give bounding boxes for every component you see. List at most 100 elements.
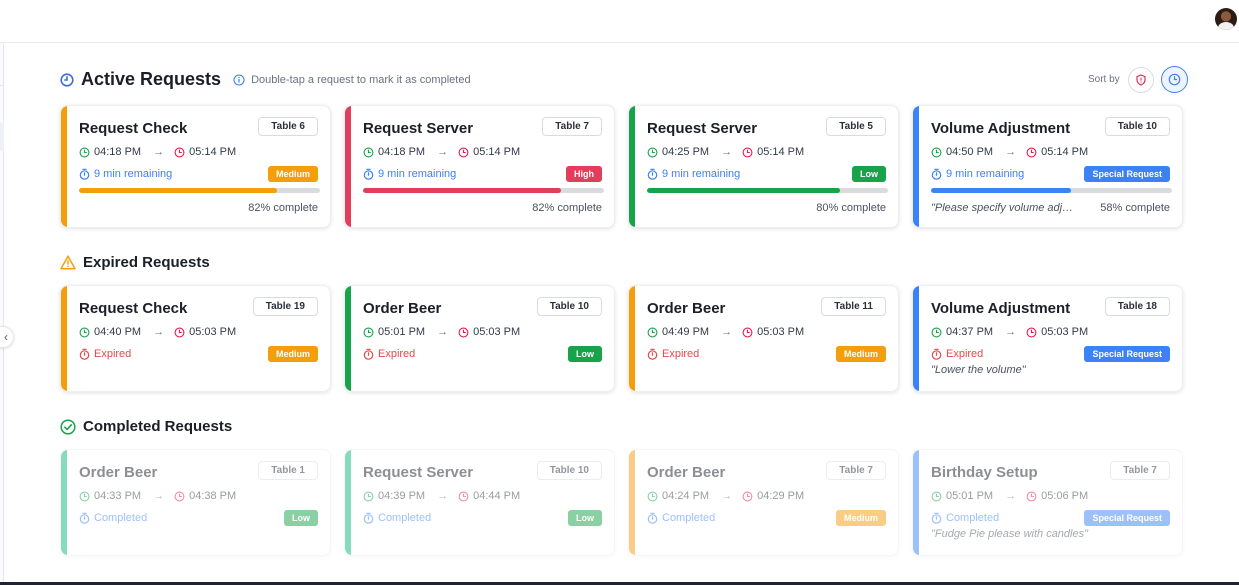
time-range: 05:01 PM → 05:06 PM [931,490,1088,502]
time-range: 04:40 PM → 05:03 PM [79,326,236,338]
request-card[interactable]: Order Beer Table 11 04:49 PM → 05:03 PM Expir… [628,285,899,392]
request-card[interactable]: Order Beer Table 7 04:24 PM → 04:29 PM Comple… [628,449,899,556]
sidebar-item-active[interactable] [0,123,4,151]
check-circle-icon [60,418,76,435]
end-time: 05:06 PM [1041,490,1089,502]
progress-percent: 82% complete [248,202,318,214]
request-card[interactable]: Order Beer Table 10 05:01 PM → 05:03 PM Expir… [344,285,615,392]
arrow-right-icon: → [721,146,733,158]
request-status: Completed [363,512,431,524]
status-text: 9 min remaining [662,168,741,180]
status-text: Expired [662,348,700,360]
progress-percent: 58% complete [1100,202,1170,214]
progress-fill [363,188,561,193]
time-range: 04:33 PM → 04:38 PM [79,490,236,502]
end-clock-icon [458,491,469,502]
left-sidebar [0,43,4,585]
status-text: 9 min remaining [946,168,1025,180]
status-text: 9 min remaining [94,168,173,180]
arrow-right-icon: → [721,326,733,338]
request-title: Order Beer [647,464,726,481]
priority-badge: Medium [267,346,318,362]
request-card[interactable]: Volume Adjustment Table 18 04:37 PM → 05:03 … [912,285,1183,392]
status-text: Expired [378,348,416,360]
end-clock-icon [174,491,185,502]
start-time: 04:24 PM [662,490,710,502]
request-card[interactable]: Birthday Setup Table 7 05:01 PM → 05:06 PM Co… [912,449,1183,556]
priority-badge: Medium [835,346,886,362]
arrow-right-icon: → [437,490,449,502]
end-clock-icon [174,147,185,158]
request-card[interactable]: Request Server Table 7 04:18 PM → 05:14 PM 9 … [344,105,615,228]
request-card[interactable]: Request Server Table 5 04:25 PM → 05:14 PM 9 … [628,105,899,228]
arrow-right-icon: → [437,146,449,158]
priority-badge: Low [852,166,886,182]
priority-badge: Medium [835,510,886,526]
sort-controls: Sort by [1088,66,1188,93]
request-status: Expired [363,348,415,360]
start-clock-icon [79,327,90,338]
sidebar-toggle-button[interactable]: ‹ [0,326,14,348]
sort-priority-button[interactable] [1127,66,1154,93]
end-time: 05:14 PM [757,146,805,158]
status-text: Completed [378,512,432,524]
end-time: 05:14 PM [1041,146,1089,158]
end-clock-icon [458,147,469,158]
table-badge: Table 11 [821,297,886,316]
avatar[interactable] [1215,8,1237,30]
request-note: "Fudge Pie please with candles" [931,528,1089,540]
clock-icon [60,72,74,87]
request-card[interactable]: Volume Adjustment Table 10 04:50 PM → 05:14 … [912,105,1183,228]
priority-badge: Low [284,510,318,526]
request-card[interactable]: Request Check Table 19 04:40 PM → 05:03 PM Ex… [60,285,331,392]
priority-badge: Special Request [1084,166,1170,182]
request-card[interactable]: Order Beer Table 1 04:33 PM → 04:38 PM Comple… [60,449,331,556]
end-clock-icon [458,327,469,338]
request-title: Birthday Setup [931,464,1038,481]
table-badge: Table 7 [826,461,886,480]
expired-requests-header: Expired Requests [60,254,210,271]
priority-badge: Low [568,510,602,526]
completed-requests-header: Completed Requests [60,418,232,435]
start-clock-icon [363,491,374,502]
start-time: 04:18 PM [378,146,426,158]
timer-icon [647,168,658,180]
request-card[interactable]: Request Server Table 10 04:39 PM → 04:44 PM C… [344,449,615,556]
start-clock-icon [647,147,658,158]
warning-icon [60,255,76,270]
arrow-right-icon: → [1005,326,1017,338]
start-clock-icon [79,147,90,158]
timer-icon [79,348,90,360]
time-range: 04:37 PM → 05:03 PM [931,326,1088,338]
start-clock-icon [931,147,942,158]
end-time: 05:14 PM [189,146,237,158]
status-text: Completed [946,512,1000,524]
priority-stripe [345,106,351,227]
start-time: 04:49 PM [662,326,710,338]
time-range: 04:24 PM → 04:29 PM [647,490,804,502]
start-clock-icon [363,327,374,338]
request-status: 9 min remaining [931,168,1024,180]
end-clock-icon [1026,147,1037,158]
time-range: 04:18 PM → 05:14 PM [363,146,520,158]
request-status: Completed [931,512,999,524]
table-badge: Table 10 [1104,117,1170,136]
request-card[interactable]: Request Check Table 6 04:18 PM → 05:14 PM 9 m… [60,105,331,228]
time-range: 04:50 PM → 05:14 PM [931,146,1088,158]
end-time: 05:14 PM [473,146,521,158]
progress-percent: 80% complete [816,202,886,214]
request-title: Order Beer [647,300,726,317]
shield-alert-icon [1135,73,1147,86]
start-time: 04:33 PM [94,490,142,502]
start-time: 04:25 PM [662,146,710,158]
start-time: 04:18 PM [94,146,142,158]
priority-stripe [913,286,919,391]
active-hint: Double-tap a request to mark it as compl… [233,74,471,86]
timer-icon [363,168,374,180]
sort-time-button[interactable] [1160,66,1188,93]
priority-stripe [61,286,67,391]
request-title: Volume Adjustment [931,300,1071,317]
arrow-right-icon: → [1005,490,1017,502]
start-time: 05:01 PM [378,326,426,338]
request-status: Expired [931,348,983,360]
